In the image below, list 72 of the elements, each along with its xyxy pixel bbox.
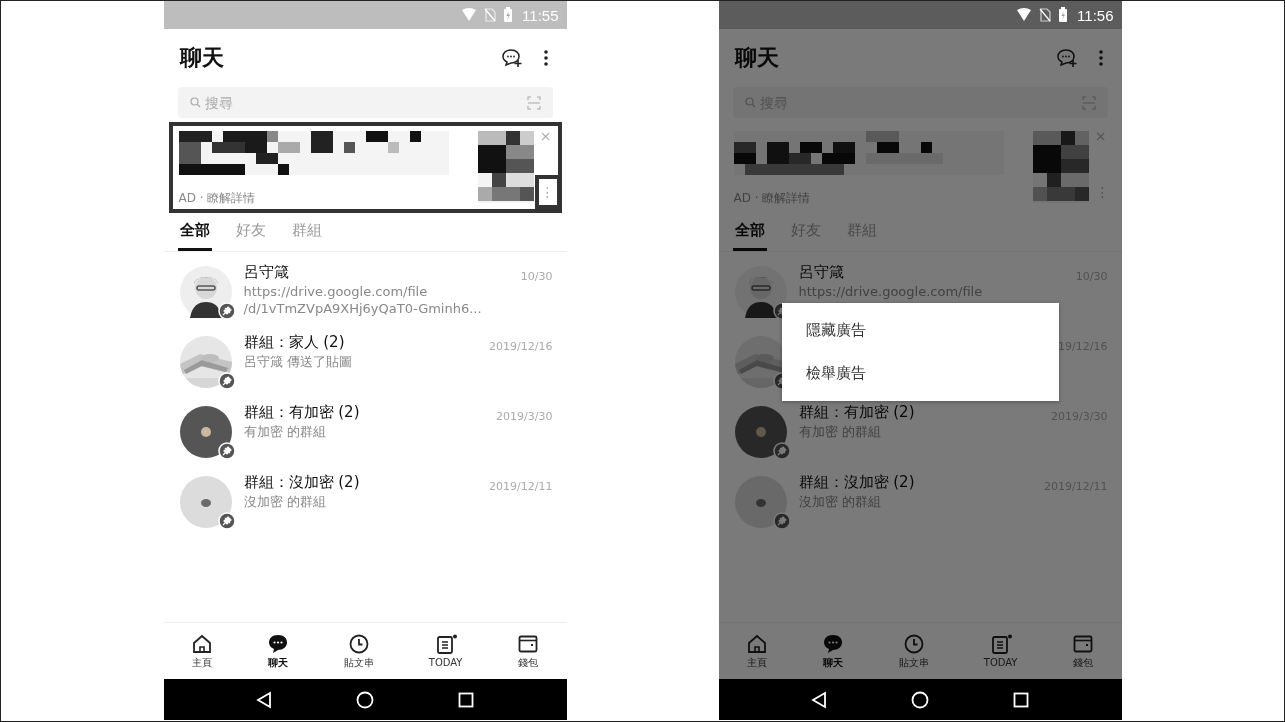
wifi-icon bbox=[461, 8, 478, 22]
chat-date: 2019/12/16 bbox=[489, 339, 553, 353]
chat-date: 10/30 bbox=[520, 269, 553, 283]
chat-name: 群組：有加密 (2) bbox=[243, 402, 361, 423]
nav-item[interactable]: 錢包 bbox=[1068, 632, 1099, 670]
clock-icon bbox=[903, 632, 926, 655]
home-icon bbox=[745, 632, 768, 655]
search-field[interactable]: 搜尋 bbox=[177, 87, 553, 118]
tab[interactable]: 好友 bbox=[233, 213, 268, 251]
recents-icon[interactable] bbox=[458, 691, 475, 708]
avatar bbox=[734, 476, 787, 528]
recents-icon[interactable] bbox=[1013, 691, 1030, 708]
chat-preview: https://drive.google.com/file bbox=[798, 283, 984, 300]
chat-name: 群組：沒加密 (2) bbox=[243, 472, 361, 493]
chat-date: 2019/12/11 bbox=[489, 479, 553, 493]
add-chat-icon[interactable] bbox=[500, 48, 523, 68]
menu-item[interactable]: 檢舉廣告 bbox=[781, 352, 1059, 395]
avatar bbox=[734, 406, 787, 458]
battery-icon bbox=[1058, 7, 1069, 23]
nav-item[interactable]: 貼文串 bbox=[895, 632, 934, 670]
home-icon bbox=[190, 632, 213, 655]
avatar bbox=[179, 266, 232, 318]
nav-item[interactable]: TODAY bbox=[424, 634, 467, 668]
close-button[interactable]: × bbox=[534, 128, 557, 144]
ad-banner[interactable]: AD · 瞭解詳情 × ⋮ bbox=[168, 122, 562, 213]
nav-item[interactable]: 錢包 bbox=[513, 632, 544, 670]
more-button[interactable]: ⋮ bbox=[534, 175, 561, 209]
document-icon bbox=[434, 634, 457, 656]
chat-name: 群組：有加密 (2) bbox=[798, 402, 916, 423]
tab[interactable]: 全部 bbox=[732, 213, 767, 251]
chat-name: 群組：家人 (2) bbox=[243, 332, 346, 353]
nav-item[interactable]: 聊天 bbox=[263, 632, 294, 670]
screen-title: 聊天 bbox=[734, 44, 779, 72]
ad-label[interactable]: AD · 瞭解詳情 bbox=[178, 190, 478, 207]
chat-preview: 呂守箴 傳送了貼圖 bbox=[243, 353, 353, 370]
tab[interactable]: 全部 bbox=[177, 213, 212, 251]
status-time: 11:56 bbox=[1077, 6, 1114, 24]
chat-name: 群組：沒加密 (2) bbox=[798, 472, 916, 493]
avatar bbox=[179, 406, 232, 458]
nav-item[interactable]: 主頁 bbox=[186, 632, 217, 670]
back-icon[interactable] bbox=[255, 690, 272, 709]
clock-icon bbox=[348, 632, 371, 655]
avatar bbox=[734, 266, 787, 318]
search-icon bbox=[189, 97, 201, 108]
no-sim-icon bbox=[484, 8, 497, 22]
status-time: 11:55 bbox=[522, 6, 559, 24]
nav-item[interactable]: TODAY bbox=[979, 634, 1022, 668]
screen-title: 聊天 bbox=[179, 44, 224, 72]
document-icon bbox=[989, 634, 1012, 656]
chat-preview: https://drive.google.com/file bbox=[243, 283, 429, 300]
chat-preview: 沒加密 的群組 bbox=[243, 493, 327, 510]
back-icon[interactable] bbox=[810, 690, 827, 709]
home-circle-icon[interactable] bbox=[911, 690, 929, 709]
no-sim-icon bbox=[1039, 8, 1052, 22]
chat-name: 呂守箴 bbox=[798, 262, 845, 283]
chat-bubble-icon bbox=[822, 632, 845, 655]
chat-preview: 有加密 的群組 bbox=[243, 423, 327, 440]
tab[interactable]: 群組 bbox=[289, 213, 324, 251]
chat-name: 呂守箴 bbox=[243, 262, 290, 283]
home-circle-icon[interactable] bbox=[356, 690, 374, 709]
chat-bubble-icon bbox=[267, 632, 290, 655]
wifi-icon bbox=[1016, 8, 1033, 22]
search-icon bbox=[744, 97, 756, 108]
more-icon[interactable] bbox=[542, 49, 549, 67]
nav-item[interactable]: 主頁 bbox=[741, 632, 772, 670]
nav-item[interactable]: 聊天 bbox=[818, 632, 849, 670]
menu-item[interactable]: 隱藏廣告 bbox=[781, 309, 1059, 352]
avatar bbox=[179, 476, 232, 528]
chat-preview: /d/1vTmZVpA9XHj6yQaT0-Gminh6... bbox=[243, 300, 483, 317]
chat-date: 2019/3/30 bbox=[496, 409, 553, 423]
nav-item[interactable]: 貼文串 bbox=[340, 632, 379, 670]
battery-icon bbox=[503, 7, 514, 23]
